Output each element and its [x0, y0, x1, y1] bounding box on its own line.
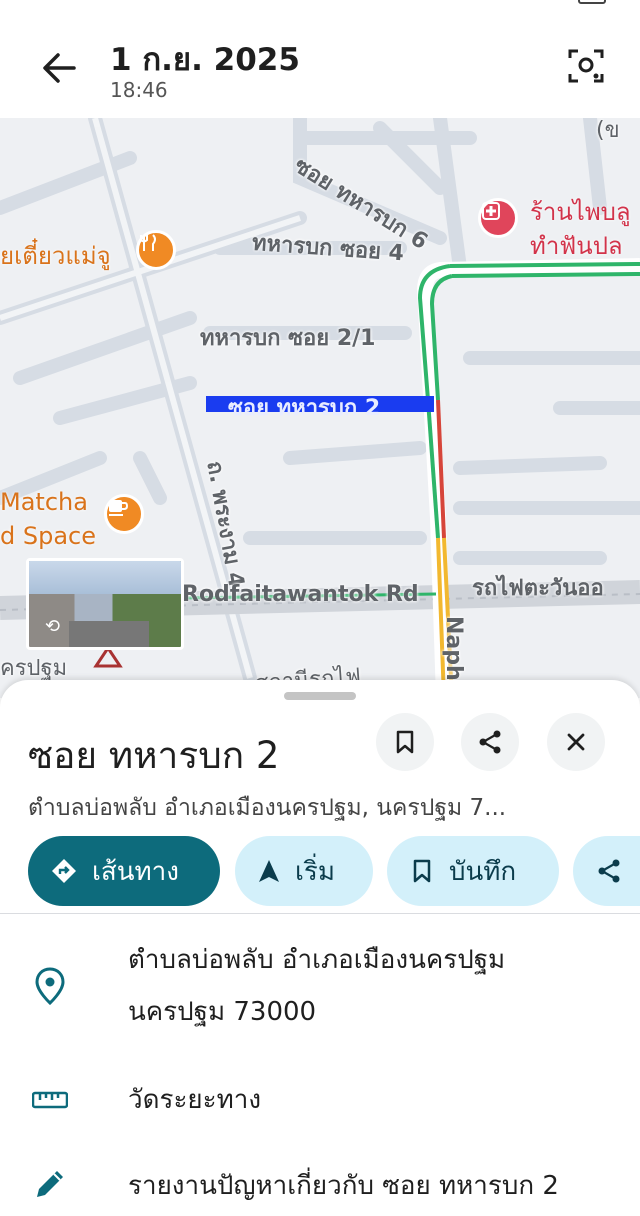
battery-icon [578, 0, 606, 4]
share-button[interactable] [461, 713, 519, 771]
arrow-back-icon [43, 53, 76, 83]
directions-icon [50, 857, 78, 885]
place-title: ซอย ทหารบก 2 [28, 734, 280, 777]
page-title: 1 ก.ย. 2025 [110, 42, 300, 78]
directions-button[interactable]: เส้นทาง [28, 836, 220, 906]
rotate-360-icon: ⟲ [45, 616, 61, 637]
save-label: บันทึก [449, 856, 517, 887]
time-subtitle: 18:46 [110, 78, 168, 102]
measure-distance-item[interactable]: วัดระยะทาง [128, 1074, 261, 1126]
bookmark-icon [396, 730, 414, 754]
share-chip-button[interactable] [573, 836, 640, 906]
drag-handle[interactable] [284, 692, 356, 700]
close-icon [567, 733, 585, 751]
directions-label: เส้นทาง [92, 856, 179, 887]
map-label-soi2: ซอย ทหารบก 2 [228, 396, 381, 421]
map-view[interactable]: ซอย ทหารบก 6 ทหารบก ซอย 4 ทหารบก ซอย 2/1… [0, 118, 640, 698]
pencil-icon [30, 1164, 70, 1204]
street-view-sky [29, 561, 181, 594]
map-label-rodfai-th: รถไฟตะวันออ [472, 576, 604, 601]
map-label-rodfai: Rodfaitawantok Rd [182, 582, 419, 607]
map-label-naph: Naph [441, 616, 466, 681]
map-label-corner: (ข [596, 118, 620, 143]
medical-pin-icon[interactable] [478, 198, 518, 238]
poi-noodle-label[interactable]: ยเตี๋ยวแม่จู [0, 236, 111, 275]
start-label: เริ่ม [295, 856, 335, 887]
location-pin-icon [30, 966, 70, 1006]
save-bookmark-icon [409, 858, 435, 884]
map-label-soi21: ทหารบก ซอย 2/1 [200, 326, 376, 351]
ruler-icon [30, 1080, 70, 1120]
share-chip-icon [595, 857, 623, 885]
place-bottom-sheet: ซอย ทหารบก 2 ตำบลบ่อพลับ อำเภอเมืองนครปฐ… [0, 680, 640, 1216]
poi-matcha-label-2[interactable]: d Space [0, 522, 96, 550]
hospital-icon [482, 202, 500, 220]
lens-icon [568, 49, 604, 83]
bookmark-button[interactable] [376, 713, 434, 771]
street-view-road [69, 621, 149, 647]
back-button[interactable] [38, 46, 82, 90]
share-icon [479, 730, 501, 754]
place-address-summary: ตำบลบ่อพลับ อำเภอเมืองนครปฐม, นครปฐม 7..… [28, 795, 507, 821]
close-button[interactable] [547, 713, 605, 771]
lens-button[interactable] [564, 44, 608, 88]
coffee-cup-icon [109, 500, 129, 516]
cafe-pin-icon[interactable] [104, 494, 144, 534]
navigation-arrow-icon [257, 858, 281, 884]
fork-knife-icon [140, 234, 156, 251]
address-line-2[interactable]: นครปฐม 73000 [128, 986, 316, 1038]
poi-dental-label-2[interactable]: ทำฟันปล [530, 226, 623, 265]
save-button[interactable]: บันทึก [387, 836, 559, 906]
status-bar [0, 0, 640, 8]
restaurant-pin-icon[interactable] [136, 230, 176, 270]
top-app-bar: 1 ก.ย. 2025 18:46 [0, 0, 640, 118]
start-button[interactable]: เริ่ม [235, 836, 373, 906]
poi-matcha-label-1[interactable]: Matcha [0, 488, 88, 516]
action-chip-row: เส้นทาง เริ่ม บันทึก [28, 836, 640, 906]
report-problem-item[interactable]: รายงานปัญหาเกี่ยวกับ ซอย ทหารบก 2 [128, 1160, 559, 1212]
section-divider [0, 913, 640, 914]
address-line-1[interactable]: ตำบลบ่อพลับ อำเภอเมืองนครปฐม [128, 934, 505, 986]
street-view-thumbnail[interactable]: ⟲ [26, 558, 184, 650]
